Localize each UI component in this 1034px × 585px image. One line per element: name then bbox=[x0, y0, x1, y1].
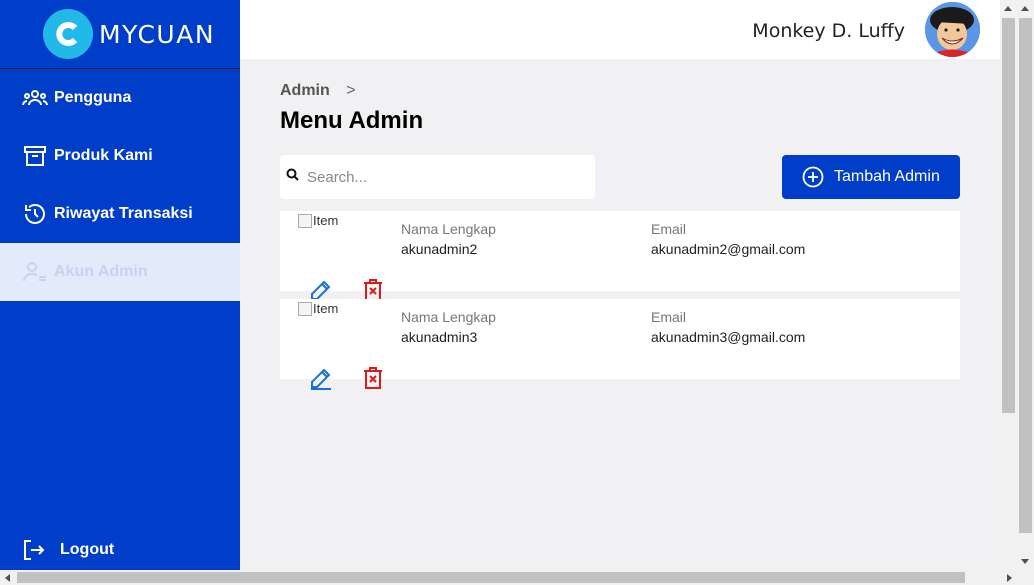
sidebar: MYCUAN Pengguna Produk Kami Riwayat Tran… bbox=[0, 0, 240, 570]
search-input[interactable] bbox=[307, 168, 577, 186]
scrollbar-thumb[interactable] bbox=[17, 572, 965, 583]
scrollbar-thumb[interactable] bbox=[1002, 18, 1015, 413]
email-value: akunadmin3@gmail.com bbox=[651, 329, 806, 345]
user-cog-icon bbox=[22, 259, 48, 285]
archive-box-icon bbox=[22, 143, 48, 169]
trash-icon bbox=[364, 367, 382, 389]
name-value: akunadmin3 bbox=[401, 329, 478, 345]
sidebar-item-label: Riwayat Transaksi bbox=[54, 205, 193, 222]
search-box bbox=[280, 155, 595, 199]
users-icon bbox=[22, 85, 48, 111]
broken-image-icon bbox=[298, 213, 312, 228]
add-admin-button[interactable]: Tambah Admin bbox=[782, 155, 960, 199]
email-label: Email bbox=[651, 309, 687, 325]
scroll-down-arrow-icon[interactable] bbox=[1021, 559, 1029, 564]
name-label: Nama Lengkap bbox=[401, 221, 496, 237]
user-name[interactable]: Monkey D. Luffy bbox=[752, 20, 905, 42]
admin-card: Item Nama Lengkap akunadmin2 Email akuna… bbox=[280, 211, 960, 302]
edit-button[interactable] bbox=[309, 366, 333, 390]
scroll-up-arrow-icon[interactable] bbox=[1021, 6, 1029, 11]
admin-card: Item Nama Lengkap akunadmin3 Email akuna… bbox=[280, 299, 960, 390]
plus-circle-icon bbox=[802, 166, 824, 188]
admin-image: Item bbox=[298, 301, 338, 316]
sidebar-item-pengguna[interactable]: Pengguna bbox=[0, 69, 240, 127]
search-icon bbox=[285, 167, 301, 188]
horizontal-scrollbar[interactable] bbox=[0, 570, 1034, 585]
pencil-icon bbox=[311, 368, 331, 390]
logout-label: Logout bbox=[60, 541, 115, 558]
image-alt-text: Item bbox=[313, 301, 339, 316]
sidebar-item-label: Pengguna bbox=[54, 89, 132, 106]
brand-name: MYCUAN bbox=[99, 19, 216, 49]
admin-image: Item bbox=[298, 213, 338, 228]
sidebar-item-produk-kami[interactable]: Produk Kami bbox=[0, 127, 240, 185]
scroll-up-arrow-icon[interactable] bbox=[1004, 6, 1012, 11]
sidebar-item-akun-admin[interactable]: Akun Admin bbox=[0, 243, 240, 301]
breadcrumb: Admin > bbox=[280, 82, 356, 100]
inner-vertical-scrollbar[interactable] bbox=[1000, 0, 1017, 570]
brand: MYCUAN bbox=[0, 0, 240, 69]
history-clock-icon bbox=[22, 201, 48, 227]
vertical-scrollbar[interactable] bbox=[1017, 0, 1034, 570]
page-title: Menu Admin bbox=[280, 107, 424, 134]
scroll-right-arrow-icon[interactable] bbox=[1007, 574, 1012, 582]
breadcrumb-item-admin[interactable]: Admin bbox=[280, 82, 330, 99]
avatar[interactable] bbox=[925, 2, 980, 57]
scrollbar-thumb[interactable] bbox=[1019, 18, 1032, 533]
sidebar-item-label: Produk Kami bbox=[54, 147, 153, 164]
sidebar-nav: Pengguna Produk Kami Riwayat Transaksi A… bbox=[0, 69, 240, 301]
logout-icon bbox=[22, 537, 46, 563]
email-value: akunadmin2@gmail.com bbox=[651, 241, 806, 257]
logout-button[interactable]: Logout bbox=[22, 537, 114, 563]
delete-button[interactable] bbox=[362, 366, 384, 390]
broken-image-icon bbox=[298, 301, 312, 316]
name-label: Nama Lengkap bbox=[401, 309, 496, 325]
name-value: akunadmin2 bbox=[401, 241, 478, 257]
add-admin-label: Tambah Admin bbox=[834, 168, 940, 185]
email-label: Email bbox=[651, 221, 687, 237]
scroll-left-arrow-icon[interactable] bbox=[5, 574, 10, 582]
image-alt-text: Item bbox=[313, 213, 339, 228]
sidebar-item-riwayat-transaksi[interactable]: Riwayat Transaksi bbox=[0, 185, 240, 243]
top-bar: Monkey D. Luffy bbox=[240, 0, 1000, 59]
breadcrumb-separator: > bbox=[346, 82, 356, 99]
sidebar-item-label: Akun Admin bbox=[54, 263, 148, 280]
brand-logo-icon bbox=[43, 9, 93, 59]
